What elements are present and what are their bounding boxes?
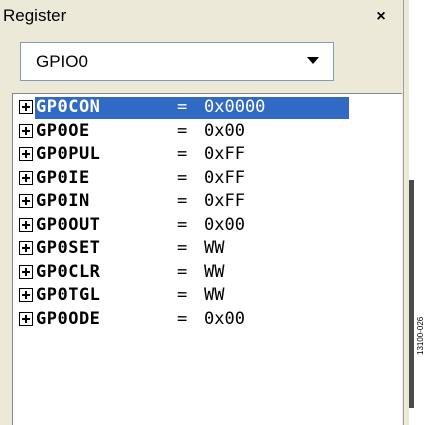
register-name: GP0OUT [36, 214, 101, 235]
register-group-dropdown[interactable]: GPIO0 [20, 42, 334, 81]
register-row[interactable]: GP0CON = 0x0000 [19, 96, 403, 119]
register-row[interactable]: GP0OUT = 0x00 [19, 214, 403, 237]
register-value: 0x0000 [204, 97, 266, 117]
register-name: GP0PUL [36, 144, 101, 164]
register-equals: = [177, 214, 188, 235]
plus-box-icon[interactable] [19, 217, 33, 232]
chevron-down-icon[interactable] [307, 57, 319, 64]
plus-box-icon[interactable] [19, 123, 33, 138]
register-row[interactable]: GP0OE = 0x00 [19, 120, 403, 143]
register-name: GP0IE [36, 167, 90, 188]
plus-box-icon[interactable] [19, 241, 33, 255]
register-value: WW [204, 238, 225, 258]
register-row[interactable]: GP0CLR = WW [19, 261, 403, 284]
register-value: WW [204, 261, 225, 282]
register-value: 0x00 [204, 214, 245, 235]
register-equals: = [177, 238, 188, 258]
register-list: GP0CON = 0x0000 GP0OE = 0x00 GP0PUL = 0xFF GP0IE =… [12, 93, 402, 425]
register-value: 0xFF [204, 144, 245, 164]
register-name: GP0SET [36, 238, 101, 258]
register-equals: = [177, 120, 188, 141]
plus-box-icon[interactable] [19, 170, 33, 185]
register-value: 0x00 [204, 308, 245, 329]
register-equals: = [177, 308, 188, 329]
plus-box-icon[interactable] [19, 311, 33, 326]
plus-box-icon[interactable] [19, 194, 33, 208]
register-equals: = [177, 285, 188, 305]
figure-code: 13100-026 [416, 316, 425, 355]
panel-titlebar: Register × [0, 0, 403, 36]
register-value: 0xFF [204, 191, 245, 211]
register-equals: = [177, 167, 188, 188]
register-row[interactable]: GP0IE = 0xFF [19, 167, 403, 190]
register-name: GP0CON [36, 97, 101, 117]
plus-box-icon[interactable] [19, 288, 33, 302]
plus-box-icon[interactable] [19, 100, 33, 114]
register-name: GP0IN [36, 191, 90, 211]
register-value: 0x00 [204, 120, 245, 141]
register-row[interactable]: GP0TGL = WW [19, 284, 403, 307]
register-value: 0xFF [204, 167, 245, 188]
register-equals: = [177, 261, 188, 282]
register-name: GP0TGL [36, 285, 101, 305]
scrollbar-thumb[interactable] [409, 180, 414, 408]
close-icon[interactable]: × [371, 7, 391, 27]
register-name: GP0OE [36, 120, 90, 141]
register-row[interactable]: GP0ODE = 0x00 [19, 308, 403, 331]
register-row[interactable]: GP0IN = 0xFF [19, 190, 403, 213]
register-name: GP0CLR [36, 261, 101, 282]
register-value: WW [204, 285, 225, 305]
register-equals: = [177, 144, 188, 164]
register-equals: = [177, 97, 188, 117]
register-panel: Register × GPIO0 GP0CON = 0x0000 GP0OE = 0x00… [0, 0, 403, 425]
plus-box-icon[interactable] [19, 147, 33, 161]
panel-title: Register [3, 6, 67, 25]
dropdown-selected-value: GPIO0 [36, 52, 88, 71]
register-row[interactable]: GP0SET = WW [19, 237, 403, 260]
plus-box-icon[interactable] [19, 264, 33, 279]
register-name: GP0ODE [36, 308, 101, 329]
register-equals: = [177, 191, 188, 211]
register-row[interactable]: GP0PUL = 0xFF [19, 143, 403, 166]
